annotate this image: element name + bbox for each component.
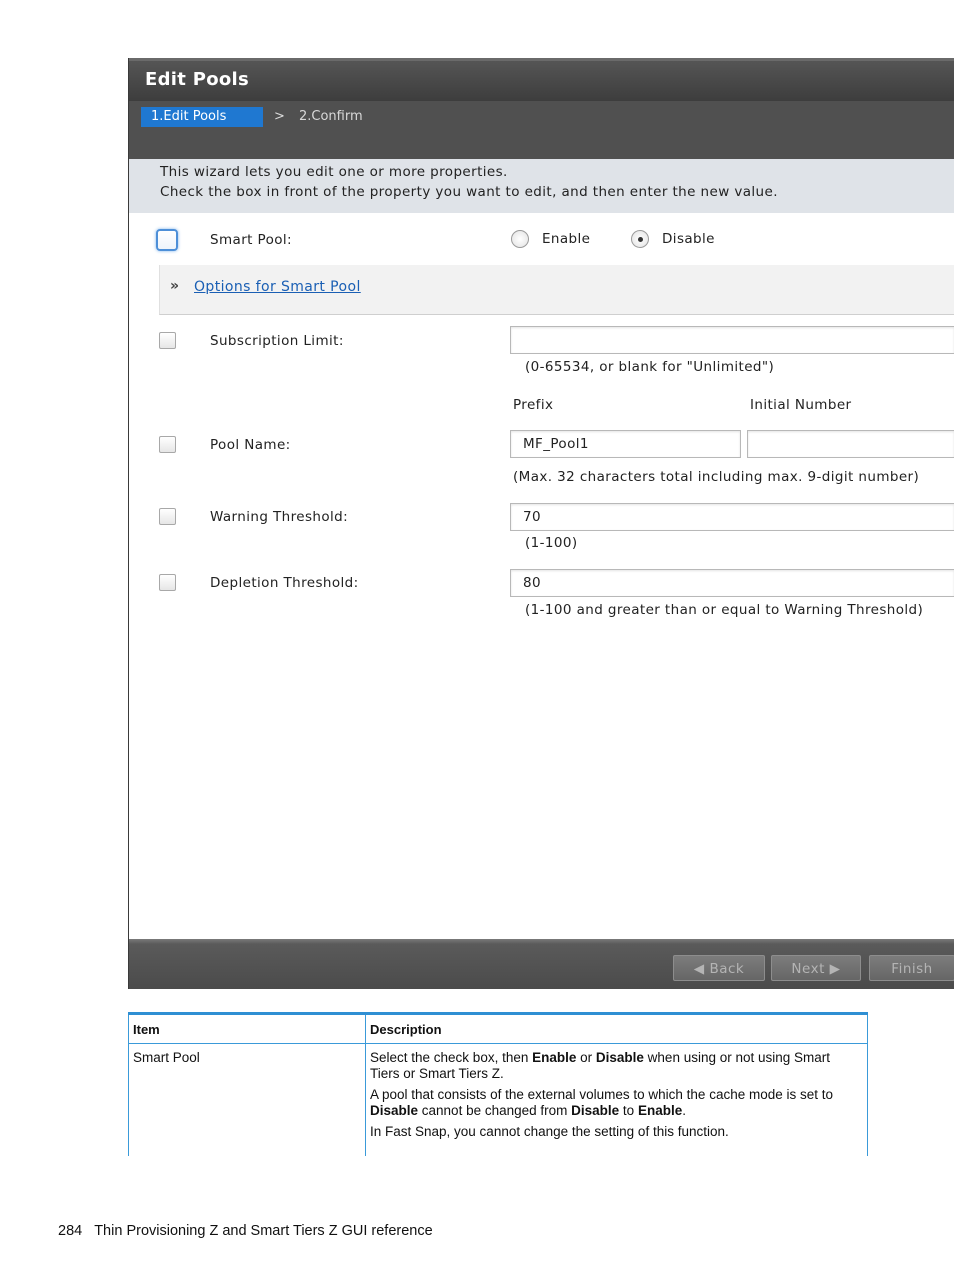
double-chevron-down-icon[interactable]: »	[170, 279, 179, 293]
step-confirm: 2.Confirm	[299, 109, 363, 124]
subscription-limit-input[interactable]	[510, 326, 954, 354]
depletion-threshold-checkbox[interactable]	[159, 574, 176, 591]
dialog-footer: ◀ Back Next ▶ Finish	[129, 939, 954, 989]
text-bold: Disable	[370, 1103, 419, 1118]
instructions-panel: This wizard lets you edit one or more pr…	[129, 159, 954, 213]
finish-button-label: Finish	[891, 961, 933, 977]
smart-pool-checkbox[interactable]	[156, 229, 178, 251]
subscription-limit-hint: (0-65534, or blank for "Unlimited")	[525, 359, 775, 375]
enable-radio-label: Enable	[542, 231, 591, 247]
initial-number-header: Initial Number	[750, 397, 852, 413]
text: .	[682, 1103, 686, 1118]
table-row: Smart Pool Select the check box, then En…	[128, 1043, 868, 1156]
pool-name-checkbox[interactable]	[159, 436, 176, 453]
edit-pools-dialog: Edit Pools 1.Edit Pools > 2.Confirm This…	[128, 58, 954, 989]
description-paragraph-1: Select the check box, then Enable or Dis…	[370, 1050, 863, 1082]
enable-radio[interactable]	[511, 230, 529, 248]
next-button[interactable]: Next ▶	[771, 955, 861, 981]
text: Select the check box, then	[370, 1050, 533, 1065]
options-section: » Options for Smart Pool	[159, 265, 954, 315]
warning-threshold-label: Warning Threshold:	[210, 509, 349, 525]
subscription-limit-label: Subscription Limit:	[210, 333, 344, 349]
pool-name-label: Pool Name:	[210, 437, 291, 453]
back-button-label: Back	[709, 961, 745, 977]
footer-title: Thin Provisioning Z and Smart Tiers Z GU…	[94, 1223, 433, 1239]
instruction-line-1: This wizard lets you edit one or more pr…	[160, 164, 508, 180]
prefix-header: Prefix	[513, 397, 554, 413]
reference-table: Item Description Smart Pool Select the c…	[128, 1012, 868, 1156]
warning-threshold-checkbox[interactable]	[159, 508, 176, 525]
depletion-threshold-input[interactable]: 80	[510, 569, 954, 597]
arrow-left-icon: ◀	[693, 961, 705, 977]
dialog-title: Edit Pools	[145, 69, 250, 90]
depletion-threshold-label: Depletion Threshold:	[210, 575, 359, 591]
table-header-row: Item Description	[128, 1012, 868, 1044]
subscription-limit-checkbox[interactable]	[159, 332, 176, 349]
text: or	[576, 1050, 596, 1065]
depletion-threshold-hint: (1-100 and greater than or equal to Warn…	[525, 602, 924, 618]
text-bold: Enable	[532, 1050, 577, 1065]
text-bold: Disable	[595, 1050, 644, 1065]
text: cannot be changed from	[418, 1103, 572, 1118]
disable-radio-label: Disable	[662, 231, 715, 247]
warning-threshold-hint: (1-100)	[525, 535, 578, 551]
next-button-label: Next	[791, 961, 825, 977]
text: to	[619, 1103, 638, 1118]
instruction-line-2: Check the box in front of the property y…	[160, 184, 778, 200]
description-paragraph-2: A pool that consists of the external vol…	[370, 1087, 863, 1119]
row-description: Select the check box, then Enable or Dis…	[365, 1043, 868, 1156]
page-number: 284	[58, 1223, 83, 1239]
description-paragraph-3: In Fast Snap, you cannot change the sett…	[370, 1124, 729, 1139]
back-button[interactable]: ◀ Back	[673, 955, 765, 981]
finish-button[interactable]: Finish	[869, 955, 954, 981]
text: A pool that consists of the external vol…	[370, 1087, 834, 1102]
page-footer: 284 Thin Provisioning Z and Smart Tiers Z…	[58, 1223, 433, 1239]
wizard-steps: 1.Edit Pools > 2.Confirm	[129, 101, 954, 159]
step-separator: >	[274, 109, 285, 124]
pool-name-prefix-input[interactable]: MF_Pool1	[510, 430, 741, 458]
warning-threshold-input[interactable]: 70	[510, 503, 954, 531]
step-edit-pools[interactable]: 1.Edit Pools	[141, 107, 263, 127]
dialog-title-bar: Edit Pools	[129, 58, 954, 101]
arrow-right-icon: ▶	[829, 961, 841, 977]
text-bold: Enable	[637, 1103, 683, 1118]
pool-name-hint: (Max. 32 characters total including max.…	[513, 469, 920, 485]
header-item: Item	[128, 1012, 366, 1044]
row-item: Smart Pool	[128, 1043, 366, 1156]
options-for-smart-pool-link[interactable]: Options for Smart Pool	[194, 279, 361, 295]
header-description: Description	[365, 1012, 868, 1044]
pool-name-initial-number-input[interactable]	[747, 430, 954, 458]
smart-pool-label: Smart Pool:	[210, 232, 293, 248]
text-bold: Disable	[571, 1103, 620, 1118]
disable-radio[interactable]	[631, 230, 649, 248]
